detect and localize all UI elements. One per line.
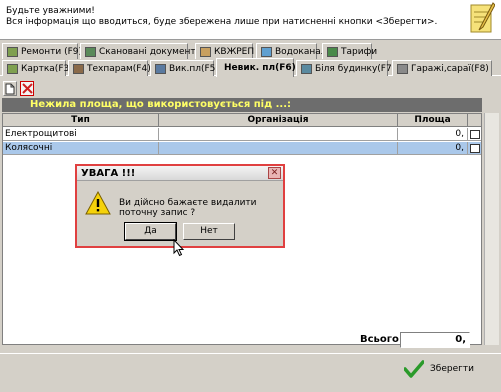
tab-label: Скановані документи [99,46,202,57]
save-button[interactable]: Зберегти [404,360,474,378]
tab-label: Тарифи [341,46,378,57]
tab-label: Картка(F3) [21,63,73,74]
total-label: Всього: [360,334,403,345]
tab-label: Вик.пл(F5) [169,63,219,74]
building-icon [200,46,211,57]
tariff-icon [327,46,338,57]
tab-unused-area[interactable]: Невик. пл(F6) [216,58,296,77]
delete-record-button[interactable] [20,81,34,96]
tab-vodokanal[interactable]: Водоканал [256,43,327,59]
dialog-titlebar[interactable]: УВАГА !!! ✕ [77,166,283,181]
cell-type[interactable]: Колясочні [3,142,159,154]
tab-kvzhrep[interactable]: КВЖРЕП [195,43,255,59]
checkmark-icon [404,360,424,378]
notepad-icon [470,2,495,33]
info-banner: Будьте уважними! Вся інформація що вводи… [0,0,501,40]
scan-icon [85,46,96,57]
area-icon [155,63,166,74]
tab-label: Гаражі,сараї(F8) [411,63,489,74]
calculator-button[interactable] [468,142,481,154]
warning-icon [85,191,111,215]
info-warning-line: Будьте уважними! [6,6,95,16]
mouse-cursor-icon [173,239,185,257]
delete-x-icon [21,83,33,94]
status-bar: Зберегти [0,353,501,392]
tab-card[interactable]: Картка(F3) [2,60,73,76]
table-row[interactable]: Електрощитові 0, [3,128,481,141]
calculator-icon [469,143,480,153]
no-button[interactable]: Нет [183,223,235,240]
total-bar: Всього: 0, [0,331,501,351]
toolbar [3,81,34,97]
total-value: 0, [400,332,470,348]
tab-techparams[interactable]: Техпарам(F4) [68,60,151,76]
tab-row-top: Ремонти (F9) Скановані документи КВЖРЕП … [0,42,501,59]
tab-label: Біля будинку(F7) [315,63,396,74]
dialog-close-button[interactable]: ✕ [268,167,281,179]
column-org-header[interactable]: Організація [159,114,398,127]
table-row-selected[interactable]: Колясочні 0, [3,142,481,155]
tab-repairs[interactable]: Ремонти (F9) [2,43,82,59]
panel-title: Нежила площа, що використовується під ..… [2,98,482,112]
grid-header: Тип Організація Площа [3,114,481,127]
vertical-scrollbar[interactable] [484,113,499,345]
column-type-header[interactable]: Тип [3,114,159,127]
cell-type[interactable]: Електрощитові [3,128,159,140]
save-label: Зберегти [430,364,474,374]
confirm-dialog: УВАГА !!! ✕ Ви дійсно бажаєте видалити п… [75,164,285,248]
new-document-icon [5,83,15,94]
info-text-line: Вся інформація що вводиться, буде збереж… [6,17,438,27]
house-icon [301,63,312,74]
tab-row-bottom: Картка(F3) Техпарам(F4) Вик.пл(F5) Невик… [0,58,501,77]
column-area-header[interactable]: Площа [398,114,468,127]
garage-icon [397,63,408,74]
calculator-button[interactable] [468,128,481,140]
water-icon [261,46,272,57]
cell-area[interactable]: 0, [398,128,468,140]
cell-org[interactable] [159,128,398,140]
tab-label: Невик. пл(F6) [224,63,296,73]
tab-garages[interactable]: Гаражі,сараї(F8) [392,60,492,76]
tab-label: Техпарам(F4) [87,63,151,74]
cell-org[interactable] [159,142,398,154]
dialog-message: Ви дійсно бажаєте видалити поточну запис… [119,198,257,218]
column-action-header [468,114,481,127]
tech-icon [73,63,84,74]
calculator-icon [469,129,480,139]
tab-tariffs[interactable]: Тарифи [322,43,377,59]
tab-used-area[interactable]: Вик.пл(F5) [150,60,219,76]
card-icon [7,63,18,74]
repair-icon [7,46,18,57]
dialog-title: УВАГА !!! [81,168,136,179]
tab-label: Водоканал [275,46,327,57]
new-record-button[interactable] [3,81,17,96]
tab-label: Ремонти (F9) [21,46,83,57]
tab-label: КВЖРЕП [214,46,255,57]
tab-near-house[interactable]: Біля будинку(F7) [296,60,395,76]
tab-scanned-docs[interactable]: Скановані документи [80,43,202,59]
cell-area[interactable]: 0, [398,142,468,154]
yes-button[interactable]: Да [124,222,177,241]
